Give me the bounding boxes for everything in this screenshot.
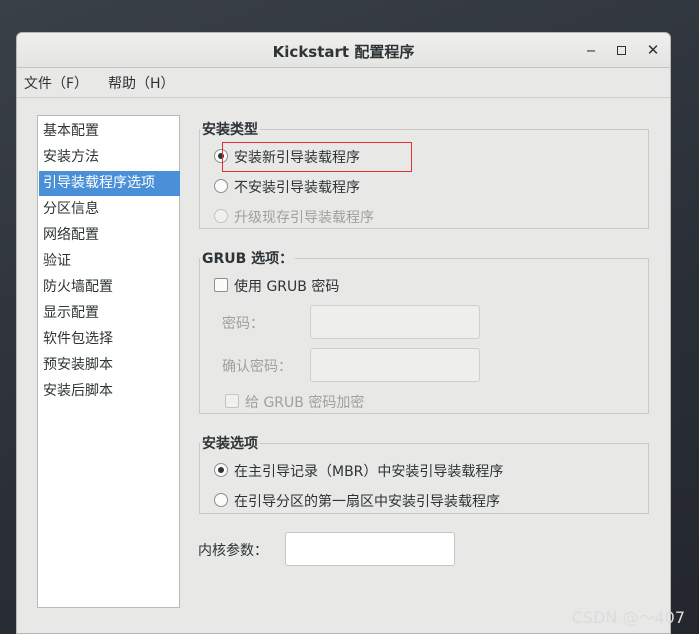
sidebar-item-display-config[interactable]: 显示配置 bbox=[39, 301, 180, 326]
sidebar-item-post-install-script[interactable]: 安装后脚本 bbox=[39, 379, 180, 404]
install-type-title: 安装类型 bbox=[200, 119, 260, 139]
upgrade-bootloader-radio bbox=[214, 209, 228, 223]
kickstart-window: Kickstart 配置程序 ‒ ✕ 文件（F） 帮助（H） 基本配置 安装方法… bbox=[16, 32, 671, 634]
minimize-icon: ‒ bbox=[586, 41, 596, 59]
category-list: 基本配置 安装方法 引导装载程序选项 分区信息 网络配置 验证 防火墙配置 显示… bbox=[37, 115, 180, 608]
install-options-title: 安装选项 bbox=[200, 433, 260, 453]
maximize-button[interactable] bbox=[612, 41, 630, 59]
confirm-password-field bbox=[310, 348, 480, 382]
sidebar-item-bootloader-options[interactable]: 引导装载程序选项 bbox=[39, 171, 180, 196]
install-mbr-radio[interactable] bbox=[214, 463, 228, 477]
encrypt-grub-password-label: 给 GRUB 密码加密 bbox=[245, 395, 365, 411]
sidebar-item-network-config[interactable]: 网络配置 bbox=[39, 223, 180, 248]
sidebar-item-authentication[interactable]: 验证 bbox=[39, 249, 180, 274]
kernel-params-label: 内核参数： bbox=[198, 543, 268, 559]
confirm-password-label: 确认密码： bbox=[222, 359, 292, 375]
watermark: CSDN @～407 bbox=[571, 608, 685, 627]
no-bootloader-label: 不安装引导装载程序 bbox=[234, 180, 360, 196]
sidebar-item-package-selection[interactable]: 软件包选择 bbox=[39, 327, 180, 352]
install-boot-partition-label: 在引导分区的第一扇区中安装引导装载程序 bbox=[234, 494, 500, 510]
no-bootloader-radio[interactable] bbox=[214, 179, 228, 193]
menu-help[interactable]: 帮助（H） bbox=[108, 73, 175, 93]
close-button[interactable]: ✕ bbox=[644, 41, 662, 59]
use-grub-password-checkbox[interactable] bbox=[214, 278, 228, 292]
install-boot-partition-radio[interactable] bbox=[214, 493, 228, 507]
use-grub-password-label: 使用 GRUB 密码 bbox=[234, 279, 340, 295]
upgrade-bootloader-label: 升级现存引导装载程序 bbox=[234, 210, 374, 226]
sidebar-item-partition-info[interactable]: 分区信息 bbox=[39, 197, 180, 222]
window-title: Kickstart 配置程序 bbox=[272, 43, 415, 61]
password-label: 密码： bbox=[222, 316, 264, 332]
password-field bbox=[310, 305, 480, 339]
install-mbr-label: 在主引导记录（MBR）中安装引导装载程序 bbox=[234, 464, 504, 480]
grub-options-title: GRUB 选项： bbox=[200, 248, 296, 268]
sidebar-item-pre-install-script[interactable]: 预安装脚本 bbox=[39, 353, 180, 378]
close-icon: ✕ bbox=[646, 41, 660, 59]
encrypt-grub-password-checkbox bbox=[225, 394, 239, 408]
minimize-button[interactable]: ‒ bbox=[582, 41, 600, 59]
maximize-icon bbox=[616, 46, 626, 55]
sidebar-item-basic-config[interactable]: 基本配置 bbox=[39, 119, 180, 144]
menu-file[interactable]: 文件（F） bbox=[24, 73, 88, 93]
kernel-params-input[interactable] bbox=[285, 532, 455, 566]
sidebar-item-install-method[interactable]: 安装方法 bbox=[39, 145, 180, 170]
red-highlight-box bbox=[222, 142, 412, 172]
title-bar[interactable]: Kickstart 配置程序 ‒ ✕ bbox=[17, 33, 670, 68]
menu-bar: 文件（F） 帮助（H） bbox=[17, 68, 670, 98]
sidebar-item-firewall-config[interactable]: 防火墙配置 bbox=[39, 275, 180, 300]
